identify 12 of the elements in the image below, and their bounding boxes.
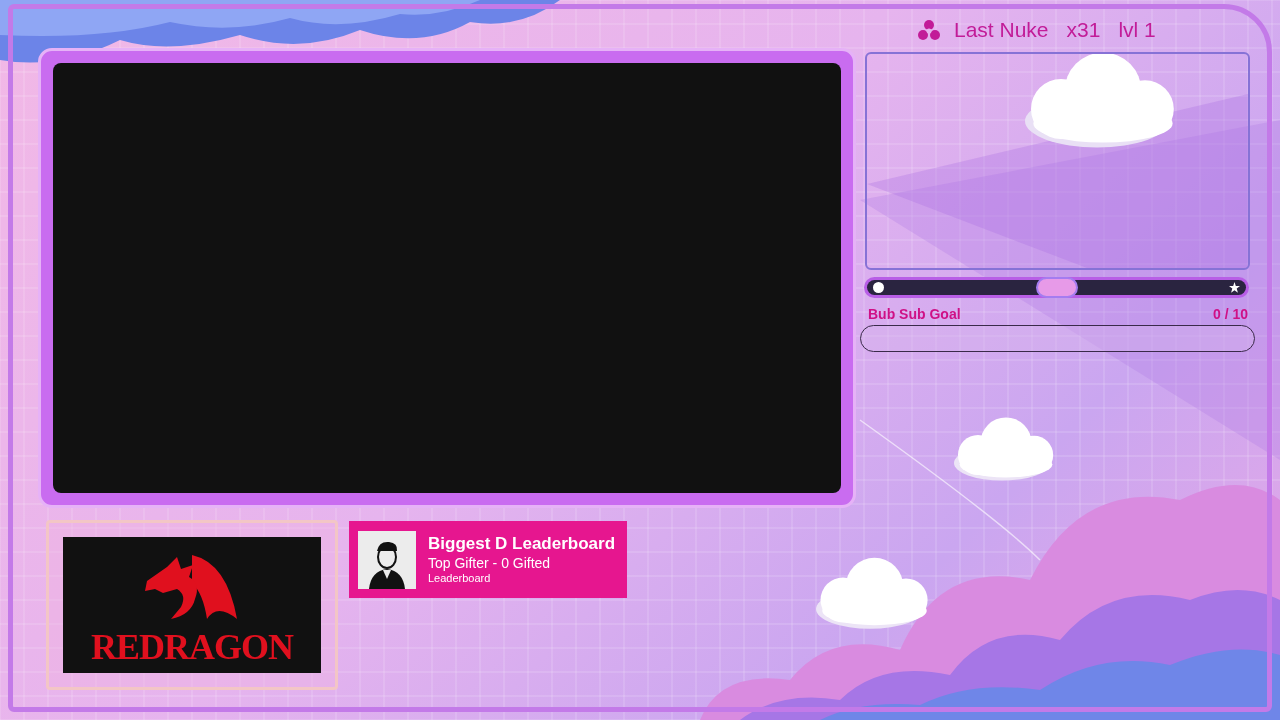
leaderboard-caption: Leaderboard — [428, 572, 492, 586]
nuke-label: Last Nuke — [954, 17, 1049, 43]
goal-count: 0 / 10 — [1212, 305, 1248, 324]
leaderboard-subtitle: Top Gifter - 0 Gifted — [428, 554, 552, 572]
coin-icon — [873, 282, 884, 293]
nuke-count: x31 — [1066, 17, 1101, 43]
star-icon — [1229, 282, 1240, 293]
radiation-icon — [918, 18, 940, 41]
goal-title: Bub Sub Goal — [868, 305, 961, 324]
nuke-level: lvl 1 — [1118, 17, 1156, 43]
leaderboard-title: Biggest D Leaderboard — [428, 533, 616, 555]
sponsor-logo-text: REDRAGON — [91, 626, 293, 669]
